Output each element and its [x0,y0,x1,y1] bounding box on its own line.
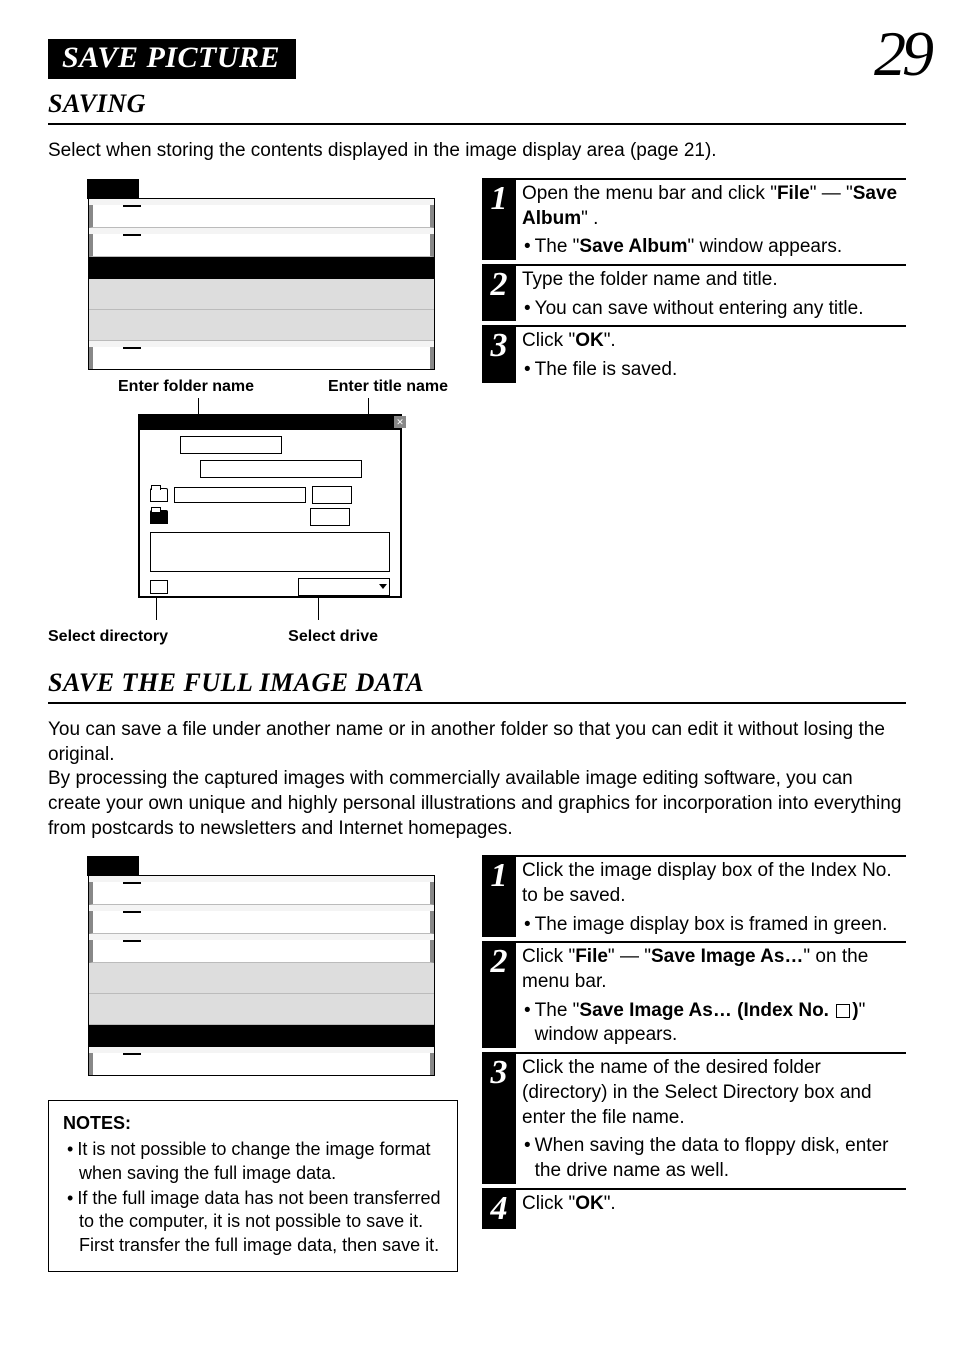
screenshot-save-album-dialog: ✕ [138,414,402,598]
screenshot-menu-bar [88,198,435,370]
fulldata-step: 3Click the name of the desired folder (d… [482,1052,906,1183]
step-number: 1 [482,857,516,937]
notes-item: If the full image data has not been tran… [79,1187,443,1257]
screenshot-menu-bar-2 [88,875,435,1076]
step-body: Click the image display box of the Index… [516,859,906,937]
fulldata-step: 4Click "OK". [482,1188,906,1229]
page-header-title: SAVE PICTURE [48,39,296,79]
step-body: Type the folder name and title.You can s… [516,268,906,321]
fulldata-step: 2Click "File" — "Save Image As…" on the … [482,941,906,1048]
saving-step: 3Click "OK".The file is saved. [482,325,906,382]
close-icon: ✕ [394,416,406,428]
step-number: 1 [482,180,516,260]
step-body: Click "OK".The file is saved. [516,329,906,382]
callout-row-bottom: Select directory Select drive [48,628,378,646]
section-fulldata-intro: You can save a file under another name o… [48,718,906,841]
step-body: Click the name of the desired folder (di… [516,1056,906,1183]
callout-select-directory: Select directory [48,628,168,646]
step-number: 2 [482,943,516,1048]
callout-enter-title-name: Enter title name [328,378,448,396]
step-number: 4 [482,1190,516,1229]
notes-item: It is not possible to change the image f… [79,1138,443,1185]
step-body: Open the menu bar and click "File" — "Sa… [516,182,906,260]
section-saving-heading: SAVING [48,89,906,119]
folder-icon [150,510,168,524]
callout-enter-folder-name: Enter folder name [118,378,254,396]
step-body: Click "OK". [516,1192,906,1229]
saving-step: 2Type the folder name and title.You can … [482,264,906,321]
step-number: 2 [482,266,516,321]
folder-open-icon [150,488,168,502]
step-number: 3 [482,327,516,382]
callout-select-drive: Select drive [288,628,378,646]
page-number: 29 [874,28,930,79]
saving-step: 1Open the menu bar and click "File" — "S… [482,178,906,260]
callout-row-top: Enter folder name Enter title name [118,378,448,396]
step-body: Click "File" — "Save Image As…" on the m… [516,945,906,1048]
notes-title: NOTES: [63,1113,443,1134]
section-saving-intro: Select when storing the contents display… [48,139,906,164]
notes-box: NOTES: It is not possible to change the … [48,1100,458,1272]
fulldata-step: 1Click the image display box of the Inde… [482,855,906,937]
section-fulldata-heading: SAVE THE FULL IMAGE DATA [48,668,906,698]
disk-icon [150,580,168,594]
step-number: 3 [482,1054,516,1183]
